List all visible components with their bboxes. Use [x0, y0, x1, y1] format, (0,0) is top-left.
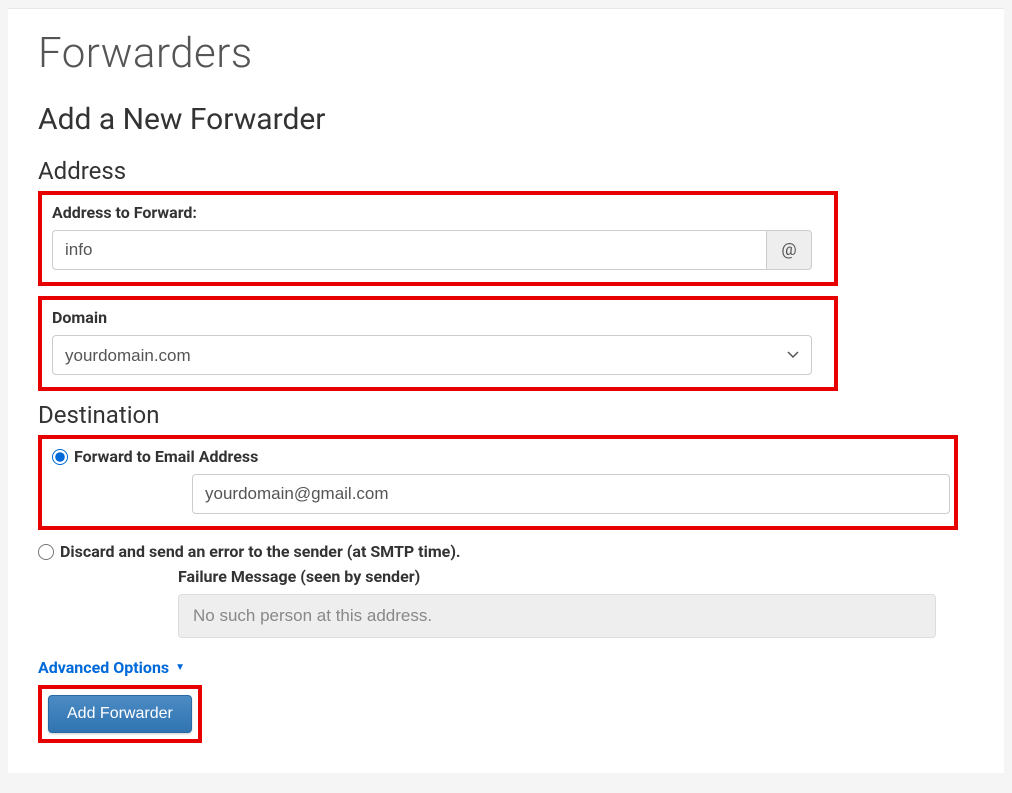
destination-heading: Destination [38, 401, 974, 429]
failure-message-input [178, 594, 936, 638]
address-to-forward-input[interactable] [52, 230, 766, 270]
address-heading: Address [38, 157, 974, 185]
forward-to-email-label: Forward to Email Address [74, 447, 258, 466]
at-addon: @ [766, 230, 812, 270]
forward-to-email-radio[interactable] [52, 449, 68, 465]
address-to-forward-label: Address to Forward: [52, 203, 824, 222]
failure-message-label: Failure Message (seen by sender) [178, 567, 974, 586]
advanced-options-toggle[interactable]: Advanced Options ▼ [38, 658, 185, 677]
page-subtitle: Add a New Forwarder [38, 102, 974, 137]
page-title: Forwarders [38, 29, 974, 78]
discard-radio[interactable] [38, 544, 54, 560]
domain-group: Domain yourdomain.com [38, 296, 838, 391]
advanced-options-label: Advanced Options [38, 658, 169, 677]
domain-label: Domain [52, 308, 824, 327]
add-forwarder-button[interactable]: Add Forwarder [48, 695, 192, 733]
address-to-forward-group: Address to Forward: @ [38, 191, 838, 286]
forward-to-email-group: Forward to Email Address [38, 435, 958, 530]
add-forwarder-highlight: Add Forwarder [38, 685, 202, 743]
discard-label: Discard and send an error to the sender … [60, 542, 461, 561]
discard-group: Discard and send an error to the sender … [38, 542, 974, 638]
domain-select[interactable]: yourdomain.com [52, 335, 812, 375]
forward-to-email-input[interactable] [192, 474, 950, 514]
caret-down-icon: ▼ [175, 662, 185, 673]
